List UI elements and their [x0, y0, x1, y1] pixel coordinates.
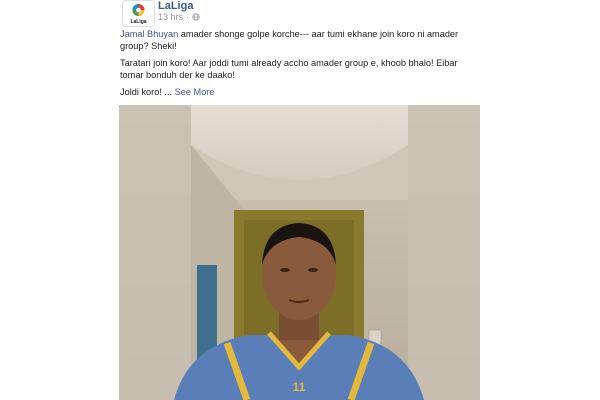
video-frame: 11 — [119, 105, 480, 400]
meta-separator: · — [186, 12, 190, 22]
right-eye — [308, 268, 318, 272]
paragraph-3-text: Joldi koro! — [120, 87, 162, 97]
laliga-logo-icon: LaLiga — [130, 3, 147, 25]
right-blur-panel — [408, 105, 480, 400]
post-meta: 13 hrs · — [158, 12, 200, 22]
page-name-link[interactable]: LaLiga — [158, 0, 193, 12]
jersey-number: 11 — [293, 380, 306, 394]
mention-link[interactable]: Jamal Bhuyan — [120, 29, 178, 39]
post-paragraph-2: Taratari join koro! Aar joddi tumi alrea… — [120, 58, 458, 80]
left-eye — [280, 268, 290, 272]
post-header: LaLiga LaLiga 13 hrs · — [119, 0, 480, 28]
post-paragraph-1: Jamal Bhuyan amader shonge golpe korche-… — [120, 28, 470, 52]
video-player[interactable]: 11 — [119, 105, 480, 400]
post-timestamp[interactable]: 13 hrs — [158, 12, 183, 22]
post-text: Jamal Bhuyan amader shonge golpe korche-… — [120, 28, 470, 103]
globe-icon[interactable] — [192, 13, 200, 21]
ellipsis: ... — [161, 87, 175, 97]
facebook-post-card: LaLiga LaLiga 13 hrs · Jamal Bhuyan amad… — [119, 0, 480, 400]
laliga-logo-avatar[interactable]: LaLiga — [122, 0, 155, 27]
logo-text: LaLiga — [130, 19, 146, 25]
post-paragraph-3: Joldi koro! ... See More — [120, 86, 470, 98]
left-blur-panel — [119, 105, 191, 400]
see-more-link[interactable]: See More — [175, 87, 215, 97]
